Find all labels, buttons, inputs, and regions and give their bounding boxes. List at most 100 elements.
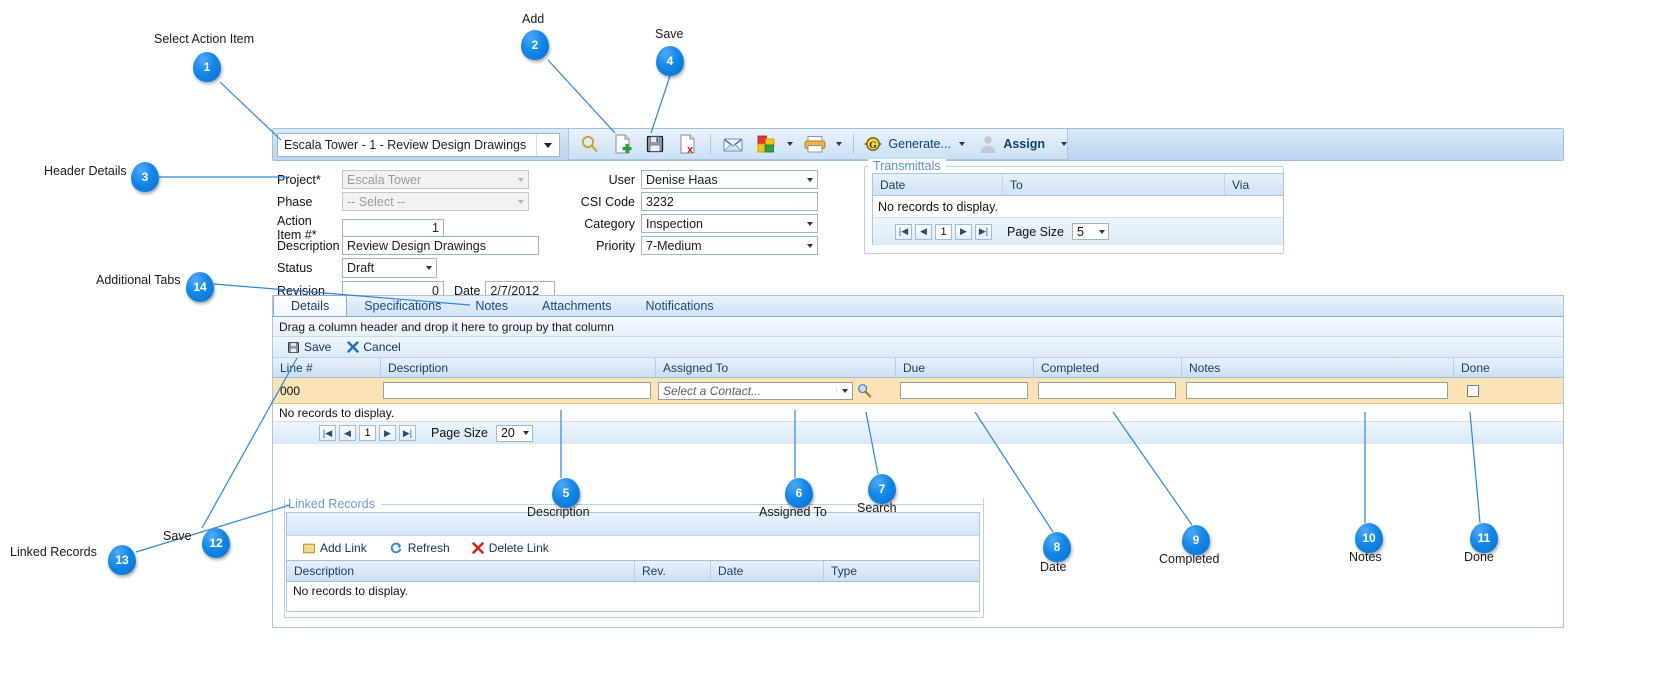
delete-icon[interactable]: x <box>673 130 704 158</box>
annotation-label-14: Additional Tabs <box>96 273 181 287</box>
details-empty-text: No records to display. <box>273 404 1563 422</box>
add-link-button[interactable]: Add Link <box>303 541 367 555</box>
tab-specifications[interactable]: Specifications <box>347 295 458 316</box>
priority-select[interactable]: 7-Medium <box>641 236 818 255</box>
linked-records-commands: Add Link Refresh Delete Link <box>287 536 979 560</box>
grid-cancel-button[interactable]: Cancel <box>347 340 401 354</box>
chevron-down-icon <box>421 260 436 277</box>
linked-records-empty-text: No records to display. <box>287 582 979 600</box>
tab-notes[interactable]: Notes <box>458 295 525 316</box>
cell-description-input[interactable] <box>383 382 651 399</box>
linked-col-type[interactable]: Type <box>824 561 979 581</box>
transmittals-col-to[interactable]: To <box>1003 174 1225 195</box>
field-label-project: Project* <box>277 172 321 187</box>
project-field[interactable]: Escala Tower <box>342 170 529 189</box>
tab-attachments[interactable]: Attachments <box>525 295 628 316</box>
linked-col-description[interactable]: Description <box>287 561 635 581</box>
details-pager-last-button[interactable]: ▶| <box>399 425 416 441</box>
print-icon[interactable] <box>800 130 831 158</box>
details-col-assigned-to[interactable]: Assigned To <box>656 358 896 377</box>
grid-cancel-label: Cancel <box>363 340 401 354</box>
linked-col-rev[interactable]: Rev. <box>635 561 711 581</box>
details-col-description[interactable]: Description <box>381 358 656 377</box>
save-icon <box>288 341 299 353</box>
details-col-line-no[interactable]: Line # <box>273 358 381 377</box>
user-icon <box>981 136 996 153</box>
search-icon[interactable] <box>575 130 606 158</box>
pager-page-number[interactable]: 1 <box>935 223 952 240</box>
csi-code-input[interactable]: 3232 <box>641 192 818 211</box>
delete-link-button[interactable]: Delete Link <box>471 541 549 555</box>
details-header-row: Line # Description Assigned To Due Compl… <box>273 358 1563 378</box>
cell-notes-input[interactable] <box>1186 382 1448 399</box>
annotation-callout-3: 3 <box>131 162 159 192</box>
tab-details[interactable]: Details <box>273 295 348 316</box>
generate-button[interactable]: G Generate... <box>861 134 953 154</box>
pager-page-size-select[interactable]: 5 <box>1071 223 1109 240</box>
command-bar-filler <box>1068 129 1563 160</box>
details-col-due[interactable]: Due <box>896 358 1034 377</box>
export-dropdown-icon[interactable] <box>783 131 797 157</box>
print-dropdown-icon[interactable] <box>832 131 846 157</box>
action-item-select[interactable]: Escala Tower - 1 - Review Design Drawing… <box>277 133 560 157</box>
pager-last-button[interactable]: ▶| <box>975 223 992 240</box>
cell-assigned-to-select[interactable]: Select a Contact... <box>658 381 853 400</box>
group-by-hint[interactable]: Drag a column header and drop it here to… <box>273 317 1563 337</box>
details-pager-first-button[interactable]: |◀ <box>319 425 336 441</box>
chevron-down-icon[interactable] <box>536 134 559 156</box>
cell-assigned-to-search-icon[interactable] <box>857 383 872 398</box>
refresh-label: Refresh <box>407 541 450 555</box>
chevron-down-icon <box>1097 229 1108 234</box>
field-label-description: Description <box>277 238 340 253</box>
details-col-notes[interactable]: Notes <box>1182 358 1454 377</box>
details-grid: Drag a column header and drop it here to… <box>272 317 1564 444</box>
svg-text:x: x <box>687 144 694 155</box>
annotation-label-5: Description <box>527 505 590 519</box>
assign-dropdown-icon[interactable] <box>1061 142 1067 146</box>
generate-dropdown-icon[interactable] <box>955 131 969 157</box>
email-icon[interactable] <box>718 130 749 158</box>
details-col-completed[interactable]: Completed <box>1034 358 1182 377</box>
details-pager-page-size-label: Page Size <box>431 426 488 440</box>
details-pager-next-button[interactable]: ▶ <box>379 425 396 441</box>
details-pager-prev-button[interactable]: ◀ <box>339 425 356 441</box>
grid-save-button[interactable]: Save <box>287 340 331 354</box>
linked-records-grid: Add Link Refresh Delete Link Description… <box>286 512 980 612</box>
cell-completed-input[interactable] <box>1038 382 1176 399</box>
assign-button[interactable]: Assign <box>971 134 1067 154</box>
save-icon[interactable] <box>640 130 671 158</box>
add-icon[interactable] <box>608 130 639 158</box>
generate-icon: G <box>864 137 882 151</box>
pager-next-button[interactable]: ▶ <box>955 223 972 240</box>
linked-col-date[interactable]: Date <box>711 561 824 581</box>
user-select[interactable]: Denise Haas <box>641 170 818 189</box>
chevron-down-icon <box>513 193 528 210</box>
cell-done-checkbox[interactable] <box>1467 384 1479 397</box>
transmittals-col-date[interactable]: Date <box>873 174 1003 195</box>
pager-first-button[interactable]: |◀ <box>895 223 912 240</box>
status-select[interactable]: Draft <box>342 258 437 278</box>
phase-field[interactable]: -- Select -- <box>342 192 529 211</box>
field-label-csi-code: CSI Code <box>580 194 635 209</box>
refresh-button[interactable]: Refresh <box>389 541 450 555</box>
pager-prev-button[interactable]: ◀ <box>915 223 932 240</box>
chevron-down-icon <box>836 388 852 393</box>
annotation-label-2: Add <box>522 12 545 26</box>
chevron-down-icon <box>802 215 817 232</box>
annotation-callout-4: 4 <box>656 46 684 76</box>
description-value: Review Design Drawings <box>347 238 486 253</box>
tab-notifications[interactable]: Notifications <box>628 295 730 316</box>
annotation-callout-6: 6 <box>785 478 813 508</box>
category-select[interactable]: Inspection <box>641 214 818 233</box>
description-input[interactable]: Review Design Drawings <box>342 236 539 255</box>
details-col-done[interactable]: Done <box>1454 358 1563 377</box>
export-icon[interactable] <box>751 130 782 158</box>
transmittals-col-via[interactable]: Via <box>1225 174 1283 195</box>
cell-line-no: 000 <box>280 383 301 398</box>
action-item-number-input[interactable]: 1 <box>342 218 444 238</box>
cell-due-input[interactable] <box>900 382 1028 399</box>
details-pager-page-size-select[interactable]: 20 <box>495 424 533 442</box>
details-pager-page-number[interactable]: 1 <box>359 425 376 441</box>
annotation-label-1: Select Action Item <box>154 32 255 46</box>
priority-value: 7-Medium <box>646 238 702 253</box>
